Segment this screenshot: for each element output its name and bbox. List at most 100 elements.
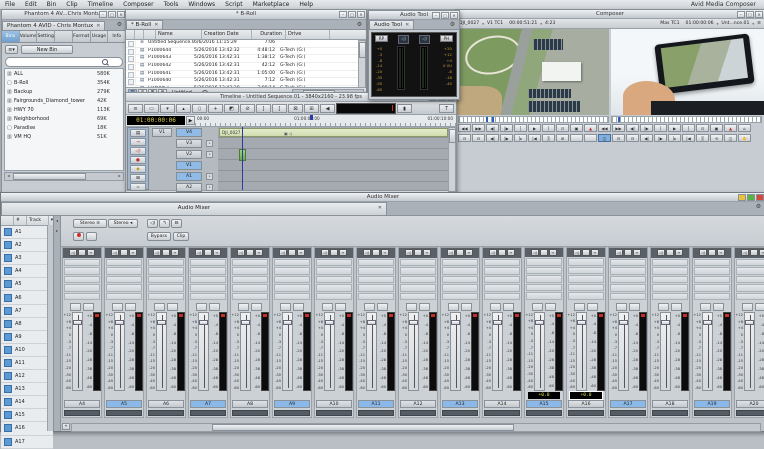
strip-track-button[interactable]: A10 (316, 399, 352, 408)
pan-mode-button[interactable]: Stereo ◂ (108, 219, 138, 228)
blank-icon[interactable] (570, 134, 583, 142)
row-checkbox[interactable] (126, 40, 136, 47)
track-enable-checkbox[interactable] (4, 267, 12, 276)
column-name[interactable]: Name (156, 30, 202, 39)
fader-handle[interactable] (577, 319, 586, 325)
tower-icon[interactable]: ▲ (584, 124, 597, 132)
fader-handle[interactable] (661, 320, 670, 326)
bin-list-item[interactable]: ▢ B-Roll 354K (5, 78, 123, 87)
blank-icon[interactable] (584, 134, 597, 142)
strip-track-button[interactable]: A13 (442, 399, 478, 408)
mixer-track-row[interactable]: A4 (1, 265, 53, 279)
mixer-track-row[interactable]: A2 (1, 239, 53, 253)
mark-clip-icon[interactable]: ][ (542, 134, 555, 142)
project-view-tab[interactable]: Usage (90, 31, 109, 42)
mark-in-icon[interactable]: [ (542, 124, 555, 132)
row-checkbox[interactable] (126, 63, 136, 70)
mixer-track-row[interactable]: A15 (1, 409, 53, 423)
mark-clip-icon[interactable]: ][ (696, 134, 709, 142)
bin-list-item[interactable]: ▥ Fairgrounds_Diamond_tower 42K (5, 96, 123, 105)
speaker-icon[interactable]: ◁) (363, 249, 371, 257)
mixer-track-row[interactable]: A6 (1, 291, 53, 305)
overwrite-icon[interactable]: ▣ (570, 124, 583, 132)
menu-item[interactable]: Help (294, 1, 318, 8)
source-track-button[interactable]: V1 (152, 128, 172, 137)
lane-a2[interactable] (218, 182, 450, 191)
bin-list-item[interactable]: ▥ Neighborhood 69K (5, 114, 123, 123)
filmstrip-icon[interactable]: ▤ (130, 129, 146, 137)
close-tab-icon[interactable]: ✕ (405, 22, 409, 28)
speaker-icon[interactable]: ◁) (489, 249, 497, 257)
mixer-track-row[interactable]: A3 (1, 252, 53, 266)
menu-item[interactable]: Clip (61, 1, 82, 8)
mixer-track-row[interactable]: A5 (1, 278, 53, 292)
speaker-icon[interactable]: ◁) (147, 219, 158, 228)
fader-handle[interactable] (493, 320, 502, 326)
gear-icon[interactable]: ⚙ (448, 21, 457, 29)
add-icon[interactable]: + (62, 423, 70, 430)
bin-tab[interactable]: * B-Roll ✕ (126, 20, 164, 29)
maximize-icon[interactable]: □ (746, 11, 754, 18)
pan-icon[interactable]: ↔ (591, 249, 599, 257)
blank-button[interactable] (498, 249, 506, 257)
project-hscrollbar[interactable]: ◂ ▸ (4, 172, 124, 181)
bin-list-item[interactable]: ▥ VM HQ 51K (5, 132, 123, 141)
track-enable-checkbox[interactable] (4, 228, 12, 237)
fader-handle[interactable] (241, 320, 250, 326)
maximize-icon[interactable] (747, 194, 755, 201)
project-view-tab[interactable]: Format (72, 31, 91, 42)
menu-item[interactable]: Tools (159, 1, 184, 8)
scroll-left-icon[interactable]: ◂ (5, 173, 12, 178)
pan-icon[interactable]: ↔ (759, 249, 764, 257)
table-row[interactable]: ▤ P1000641 5/26/2016 13:42:31 1:05:00 G-… (126, 70, 366, 79)
track-button-a2[interactable]: A2 (176, 183, 202, 192)
focus-icon[interactable]: ▭ (144, 103, 159, 113)
blank-button[interactable] (204, 249, 212, 257)
column-drive[interactable]: Drive (286, 30, 330, 39)
track-enable-checkbox[interactable] (4, 385, 12, 394)
blank-button[interactable] (666, 249, 674, 257)
maximize-icon[interactable]: □ (108, 11, 116, 18)
row-checkbox[interactable] (126, 86, 136, 87)
remove-effect-icon[interactable]: ⊘ (240, 103, 255, 113)
grid-icon[interactable]: ⊞ (556, 134, 569, 142)
bin-list-item[interactable]: ▢ Paradise 18K (5, 123, 123, 132)
project-view-tab[interactable] (55, 31, 73, 42)
pan-icon[interactable]: ↔ (423, 249, 431, 257)
speaker-icon[interactable]: ◁) (657, 249, 665, 257)
record-track-label[interactable]: Mas TC1 (657, 21, 682, 26)
strip-track-button[interactable]: A9 (274, 399, 310, 408)
column-creation-date[interactable]: Creation Date (202, 30, 252, 39)
mixer-hscrollbar[interactable] (71, 423, 761, 432)
mixer-track-row[interactable]: A16 (1, 422, 53, 436)
bin-list-item[interactable]: ▥ Backup 279K (5, 87, 123, 96)
speaker-icon[interactable]: ◁) (741, 249, 749, 257)
volume-fader[interactable] (72, 312, 83, 392)
ffwd-icon[interactable]: ▶▶ (472, 124, 485, 132)
link-icon[interactable]: ⊟ (171, 219, 182, 228)
pan-icon[interactable]: ↔ (717, 249, 725, 257)
column-duration[interactable]: Duration (252, 30, 286, 39)
record-button[interactable] (73, 232, 84, 241)
strip-track-button[interactable]: A18 (652, 399, 688, 408)
source-position-bar[interactable] (458, 116, 609, 123)
table-row[interactable]: ▤ P1000644 5/26/2016 13:42:32 4:48:12 G-… (126, 47, 366, 56)
play-icon[interactable]: ▶ (186, 116, 195, 125)
match-frame-icon[interactable]: ⊡ (696, 124, 709, 132)
volume-fader[interactable] (114, 312, 125, 392)
mixer-list-scrollbar[interactable] (47, 225, 53, 431)
lane-v1[interactable] (218, 160, 450, 171)
sync-lock[interactable]: s (206, 151, 213, 158)
timeline-clip[interactable]: DJI_0027 ▣ ◁ (219, 128, 448, 137)
strip-track-button[interactable]: A16 (568, 399, 604, 408)
route-icon[interactable]: ↰ (159, 219, 170, 228)
menu-item[interactable]: Composer (118, 1, 158, 8)
strip-track-button[interactable]: A11 (358, 399, 394, 408)
play-icon[interactable]: ▶ (668, 124, 681, 132)
mixer-tab[interactable]: Audio Mixer ✕ (1, 202, 387, 215)
gear-icon[interactable]: ⚙ (355, 21, 364, 29)
minimize-icon[interactable]: – (339, 11, 347, 18)
source-monitor[interactable] (456, 29, 609, 115)
speaker-icon[interactable]: ◁) (699, 249, 707, 257)
blank-button[interactable] (582, 249, 590, 257)
